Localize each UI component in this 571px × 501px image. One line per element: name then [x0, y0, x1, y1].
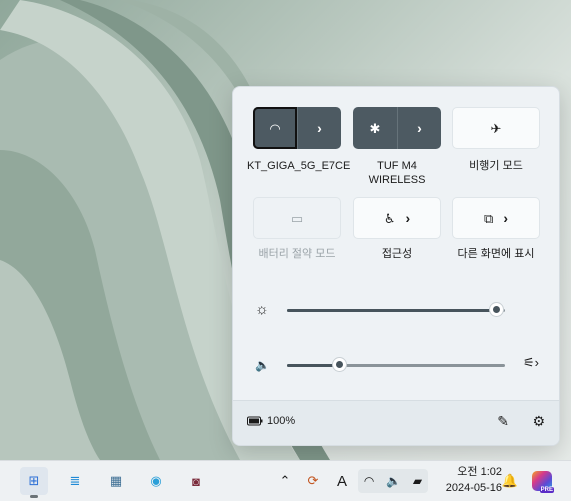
accessibility-icon: ♿ — [383, 210, 396, 226]
edit-quick-settings-button[interactable]: ✎ — [497, 413, 509, 430]
taskbar: ⊞ ≣ ▦ ◉ ◙ ⌃ ⟳ A ◠ 🔈 ▰ 오전 1:02 2024-05-16… — [0, 460, 571, 501]
bluetooth-toggle[interactable]: ✱ — [353, 107, 397, 149]
chevron-right-icon: › — [405, 210, 411, 226]
edge-button[interactable]: ◉ — [142, 467, 170, 495]
calculator-button[interactable]: ▦ — [102, 467, 130, 495]
wifi-toggle[interactable]: ◠ — [253, 107, 297, 149]
brightness-thumb[interactable] — [490, 303, 503, 316]
project-label: 다른 화면에 표시 — [457, 248, 535, 260]
copilot-icon: PRE — [532, 471, 554, 493]
clock-date: 2024-05-16 — [445, 482, 502, 494]
clock-button[interactable]: 오전 1:02 2024-05-16 — [432, 464, 502, 496]
notepad-icon: ≣ — [69, 473, 81, 488]
notepad-button[interactable]: ≣ — [61, 467, 89, 495]
battery-percent: 100% — [267, 415, 296, 427]
wifi-icon: ◠ — [269, 120, 281, 136]
calculator-icon: ▦ — [109, 473, 123, 488]
accessibility-tile[interactable]: ♿ › — [353, 197, 441, 239]
bluetooth-icon: ✱ — [369, 120, 381, 136]
quick-settings-panel: ◠ › KT_GIGA_5G_E7CE ✱ › TUF M4 WIRELESS … — [232, 86, 560, 446]
copilot-badge: PRE — [539, 487, 554, 493]
task-view-icon: ⊞ — [28, 473, 40, 488]
volume-fill — [287, 364, 339, 367]
sync-tray-button[interactable]: ⟳ — [302, 461, 324, 501]
notifications-button[interactable]: 🔔 — [502, 461, 518, 501]
edge-icon: ◉ — [150, 473, 162, 488]
volume-mixer-button[interactable]: ⚟› — [523, 355, 539, 371]
input-indicator-button[interactable]: A — [332, 461, 352, 501]
battery-charging-icon — [247, 416, 263, 426]
camera-icon: ◙ — [192, 473, 200, 489]
project-icon: ⧉ — [484, 210, 494, 226]
airplane-mode-tile[interactable]: ✈ — [452, 107, 540, 149]
chevron-right-icon: › — [503, 210, 508, 226]
clock-time: 오전 1:02 — [457, 466, 502, 478]
network-volume-battery-button[interactable]: ◠ 🔈 ▰ — [358, 469, 428, 493]
battery-status[interactable]: 100% — [247, 415, 295, 427]
airplane-icon: ✈ — [490, 120, 502, 136]
camera-app-button[interactable]: ◙ — [182, 467, 210, 495]
battery-saver-label: 배터리 절약 모드 — [258, 248, 336, 260]
bluetooth-label: TUF M4 WIRELESS — [368, 160, 426, 186]
volume-thumb[interactable] — [333, 358, 346, 371]
brightness-slider-row: ☼ — [255, 300, 539, 320]
bluetooth-tile: ✱ › — [353, 107, 441, 149]
task-view-button[interactable]: ⊞ — [20, 467, 48, 495]
battery-saver-icon: ▭ — [290, 210, 304, 226]
wifi-label: KT_GIGA_5G_E7CE — [247, 160, 351, 172]
show-hidden-icons-button[interactable]: ⌃ — [276, 461, 294, 501]
wifi-icon: ◠ — [363, 474, 375, 488]
chevron-right-icon: › — [317, 120, 322, 136]
accessibility-label: 접근성 — [381, 248, 413, 260]
brightness-fill — [287, 309, 496, 312]
battery-saver-tile[interactable]: ▭ — [253, 197, 341, 239]
airplane-mode-label: 비행기 모드 — [469, 160, 523, 172]
volume-icon: 🔈 — [386, 474, 402, 488]
bell-icon: 🔔 — [501, 473, 519, 488]
chevron-up-icon: ⌃ — [279, 473, 291, 488]
chevron-right-icon: › — [417, 120, 422, 136]
sync-icon: ⟳ — [307, 473, 319, 488]
active-app-indicator — [30, 495, 38, 498]
copilot-button[interactable]: PRE — [530, 461, 554, 501]
project-tile[interactable]: ⧉ › — [452, 197, 540, 239]
battery-icon: ▰ — [412, 474, 423, 488]
volume-icon: 🔈 — [255, 358, 270, 372]
wifi-tile: ◠ › — [253, 107, 341, 149]
settings-gear-icon[interactable]: ⚙ — [532, 413, 545, 430]
brightness-icon: ☼ — [255, 301, 269, 318]
quick-settings-footer: 100% ✎ ⚙ — [233, 400, 559, 445]
bluetooth-expand-button[interactable]: › — [397, 107, 441, 149]
volume-slider-row: 🔈 ⚟› — [255, 355, 539, 375]
wifi-expand-button[interactable]: › — [297, 107, 341, 149]
ime-indicator: A — [336, 472, 347, 490]
